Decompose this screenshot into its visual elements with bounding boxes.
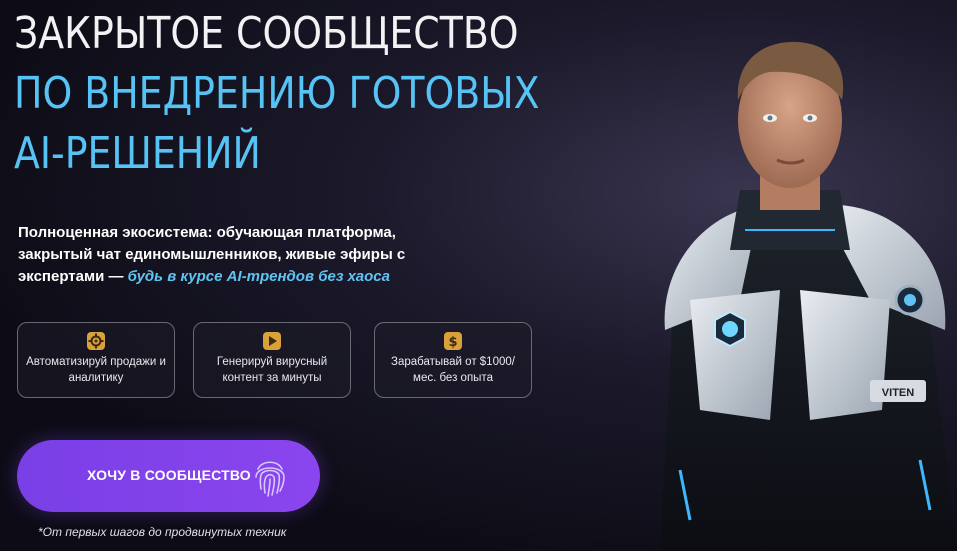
fingerprint-icon xyxy=(255,461,285,497)
hero-title-line-2: ПО ВНЕДРЕНИЮ ГОТОВЫХ xyxy=(14,68,540,119)
feature-card-earnings: $ Зарабатывай от $1000/мес. без опыта xyxy=(374,322,532,398)
play-icon xyxy=(263,332,281,350)
footnote: *От первых шагов до продвинутых техник xyxy=(38,525,287,539)
hero-title: ЗАКРЫТОЕ СООБЩЕСТВО ПО ВНЕДРЕНИЮ ГОТОВЫХ… xyxy=(14,4,540,184)
feature-card-content: Генерируй вирусный контент за минуты xyxy=(193,322,351,398)
feature-text: Зарабатывай от $1000/мес. без опыта xyxy=(391,356,515,384)
hero-title-line-3: AI-РЕШЕНИЙ xyxy=(14,128,261,179)
suit-badge: VITEN xyxy=(882,387,914,399)
hero-title-line-1: ЗАКРЫТОЕ СООБЩЕСТВО xyxy=(14,8,519,59)
hero-description: Полноценная экосистема: обучающая платфо… xyxy=(18,222,438,288)
feature-text: Автоматизируй продажи и аналитику xyxy=(26,356,166,384)
feature-text: Генерируй вирусный контент за минуты xyxy=(216,356,328,384)
join-community-button[interactable]: ХОЧУ В СООБЩЕСТВО xyxy=(17,440,320,512)
svg-text:$: $ xyxy=(448,335,457,350)
gear-icon xyxy=(87,332,105,350)
cta-label: ХОЧУ В СООБЩЕСТВО xyxy=(87,467,251,483)
hero-person-image: VITEN xyxy=(660,41,957,551)
dollar-icon: $ xyxy=(444,332,462,350)
feature-card-automation: Автоматизируй продажи и аналитику xyxy=(17,322,175,398)
description-highlight: будь в курсе AI-трендов без хаоса xyxy=(127,268,390,285)
